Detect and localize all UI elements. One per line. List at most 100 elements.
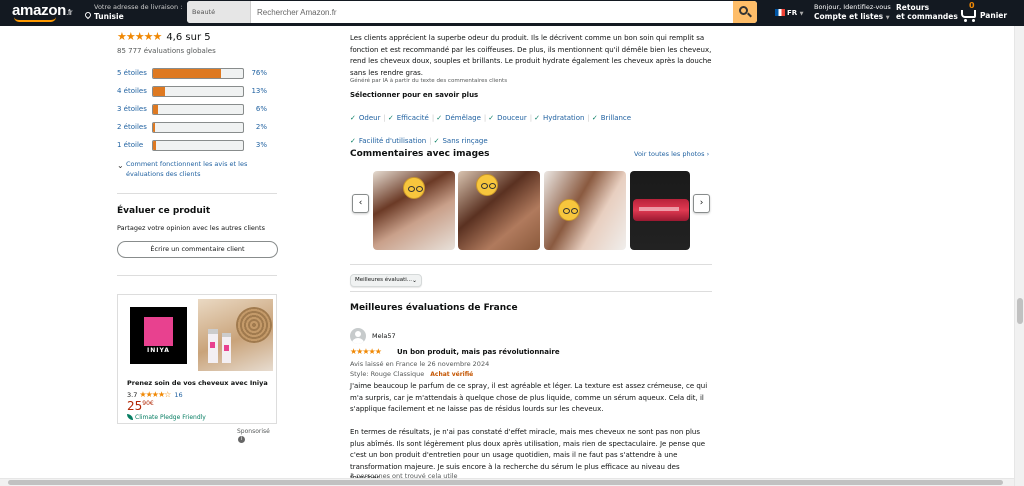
aspect-chip[interactable]: ✓ Douceur |	[488, 113, 532, 124]
cart-icon	[961, 10, 976, 18]
top-reviews-title: Meilleures évaluations de France	[350, 303, 518, 313]
histogram-percent: 3%	[255, 141, 267, 149]
histogram-fill	[153, 69, 222, 78]
divider	[350, 264, 712, 265]
aspect-chip[interactable]: ✓ Facilité d'utilisation |	[350, 136, 432, 147]
caret-down-icon: ▼	[799, 11, 804, 17]
histogram-row[interactable]: 4 étoiles 13%	[117, 86, 279, 97]
check-icon: ✓	[488, 114, 495, 122]
search-button[interactable]	[733, 1, 757, 23]
aspect-chip[interactable]: ✓ Démêlage |	[436, 113, 486, 124]
cart-label: Panier	[980, 11, 1008, 20]
histogram-percent: 6%	[255, 105, 267, 113]
face-sticker-icon	[558, 199, 580, 221]
product-tube-shape	[633, 199, 689, 221]
brand-name: INIYA	[147, 347, 170, 354]
climate-pledge-label: Climate Pledge Friendly	[135, 414, 206, 421]
caret-down-icon: ▼	[885, 15, 890, 21]
ad-rating-count[interactable]: 16	[174, 391, 182, 399]
search-input[interactable]	[253, 1, 719, 23]
review-body: J'aime beaucoup le parfum de ce spray, i…	[350, 381, 712, 486]
ad-rating: 3.7 ★★★★☆ 16	[127, 390, 183, 399]
sponsored-label[interactable]: Sponsorisé i	[237, 428, 279, 443]
logo-tld: .fr	[66, 8, 73, 17]
aspect-chip-label: Efficacité	[396, 114, 429, 122]
histogram-percent: 76%	[251, 69, 267, 77]
price-currency: €	[149, 400, 154, 407]
scrollbar-thumb[interactable]	[8, 480, 1003, 485]
aspect-chips: ✓ Odeur | ✓ Efficacité | ✓ Démêlage | ✓ Douceur | ✓ H…	[350, 105, 720, 151]
see-all-photos-link[interactable]: Voir toutes les photos ›	[634, 150, 709, 158]
deliver-location: Tunisie	[94, 12, 124, 21]
review-image[interactable]	[544, 171, 626, 250]
language-code: FR	[787, 9, 798, 17]
aspect-chip-label: Douceur	[497, 114, 527, 122]
sort-label: Meilleures évaluati...	[355, 277, 413, 283]
chip-separator: |	[431, 114, 435, 122]
horizontal-scrollbar[interactable]	[0, 478, 1014, 486]
histogram-label: 3 étoiles	[117, 105, 147, 113]
histogram-label: 1 étoile	[117, 141, 144, 149]
search-bar: Beauté Premium▼	[187, 1, 757, 23]
histogram-row[interactable]: 5 étoiles 76%	[117, 68, 279, 79]
divider	[350, 291, 712, 292]
carousel-next-button[interactable]: ›	[693, 194, 710, 213]
histogram-fill	[153, 105, 159, 114]
search-category-dropdown[interactable]: Beauté Premium▼	[187, 1, 251, 23]
aspect-chip[interactable]: ✓ Brillance	[592, 113, 631, 124]
cart-button[interactable]: 0 Panier	[958, 1, 1018, 24]
sort-reviews-dropdown[interactable]: Meilleures évaluati... ⌄	[350, 274, 422, 287]
avatar[interactable]	[350, 328, 366, 344]
review-image[interactable]	[458, 171, 540, 250]
vertical-scrollbar[interactable]	[1014, 26, 1024, 486]
review-style: Style: Rouge Classique	[350, 370, 425, 378]
account-label: Compte et listes	[814, 12, 884, 21]
deliver-to[interactable]: Votre adresse de livraison : Tunisie	[85, 3, 182, 21]
histogram-row[interactable]: 3 étoiles 6%	[117, 104, 279, 115]
info-icon: i	[238, 436, 245, 443]
aspect-chip[interactable]: ✓ Efficacité |	[388, 113, 434, 124]
scrollbar-thumb[interactable]	[1017, 298, 1023, 324]
language-selector[interactable]: FR ▼	[775, 9, 803, 17]
aspect-chip[interactable]: ✓ Sans rinçage	[434, 136, 488, 147]
chevron-down-icon: ⌄	[411, 277, 417, 284]
review-stars-icon[interactable]: ★★★★★	[350, 347, 382, 356]
aspect-chip[interactable]: ✓ Hydratation |	[534, 113, 590, 124]
chevron-down-icon: ⌄	[117, 161, 124, 170]
ad-product-image[interactable]	[198, 299, 273, 371]
brand-logo[interactable]: INIYA	[130, 307, 187, 364]
ad-title[interactable]: Prenez soin de vos cheveux avec Iniya	[127, 379, 268, 387]
aspect-chip[interactable]: ✓ Odeur |	[350, 113, 386, 124]
returns-label: Retours	[896, 3, 930, 12]
rating-average: 4,6 sur 5	[166, 32, 211, 43]
brand-logo-square	[144, 317, 173, 346]
write-review-button[interactable]: Écrire un commentaire client	[117, 241, 278, 258]
histogram-bar	[152, 140, 244, 151]
face-sticker-icon	[403, 177, 425, 199]
chip-separator: |	[429, 137, 432, 145]
aspect-chip-label: Facilité d'utilisation	[358, 137, 427, 145]
orders-label: et commandes	[896, 12, 958, 21]
select-aspect-title: Sélectionner pour en savoir plus	[350, 91, 479, 99]
histogram-fill	[153, 87, 165, 96]
ad-rating-value: 3.7	[127, 391, 138, 399]
ai-review-summary: Les clients apprécient la superbe odeur …	[350, 34, 712, 77]
carousel-prev-button[interactable]: ‹	[352, 194, 369, 213]
face-sticker-icon	[476, 174, 498, 196]
how-reviews-work-link[interactable]: ⌄ Comment fonctionnent les avis et les é…	[117, 159, 267, 179]
sponsored-ad[interactable]: INIYA Prenez soin de vos cheveux avec In…	[117, 294, 277, 424]
climate-pledge-badge[interactable]: Climate Pledge Friendly	[127, 414, 206, 421]
review-image[interactable]	[630, 171, 690, 250]
divider	[117, 275, 277, 276]
histogram-row[interactable]: 2 étoiles 2%	[117, 122, 279, 133]
review-image[interactable]	[373, 171, 455, 250]
review-title[interactable]: Un bon produit, mais pas révolutionnaire	[397, 348, 560, 356]
account-menu[interactable]: Bonjour, Identifiez-vous Compte et liste…	[814, 3, 891, 23]
returns-orders-link[interactable]: Retours et commandes	[896, 3, 958, 21]
amazon-logo[interactable]: amazon.fr	[12, 2, 73, 22]
histogram-row[interactable]: 1 étoile 3%	[117, 140, 279, 151]
reviewer-name[interactable]: Mela57	[372, 332, 396, 340]
histogram-bar	[152, 68, 244, 79]
chevron-left-icon: ‹	[358, 198, 363, 208]
bottle-shape	[208, 329, 218, 363]
